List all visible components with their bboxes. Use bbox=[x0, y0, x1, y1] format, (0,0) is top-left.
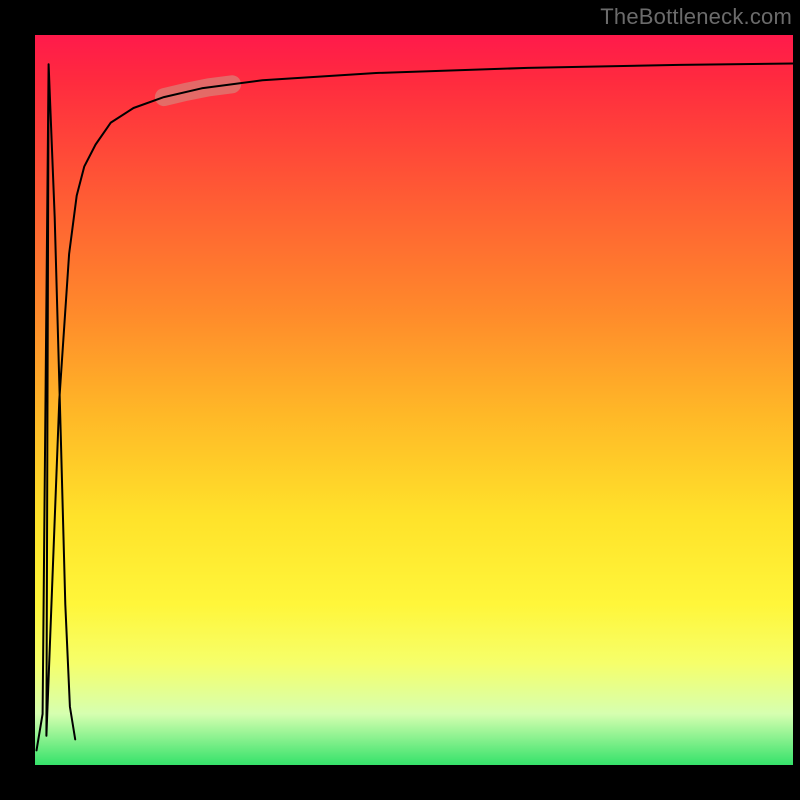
bottleneck-curve bbox=[37, 64, 794, 751]
watermark-text: TheBottleneck.com bbox=[600, 4, 792, 30]
chart-svg bbox=[35, 35, 793, 765]
plot-area bbox=[35, 35, 793, 765]
chart-frame: TheBottleneck.com bbox=[0, 0, 800, 800]
